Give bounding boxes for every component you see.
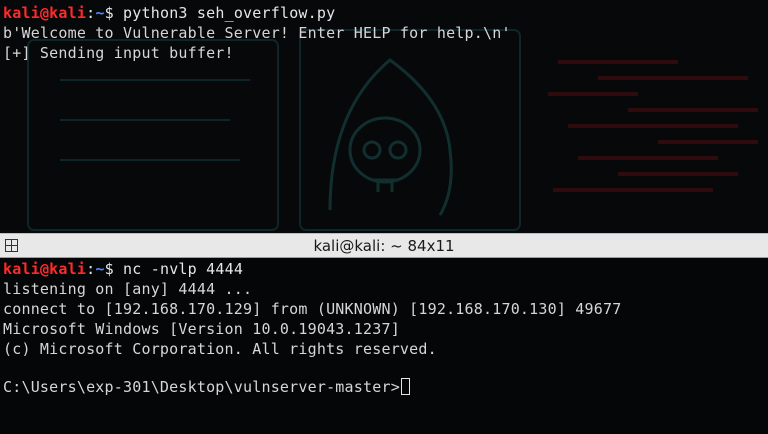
top-terminal-pane[interactable]: kali@kali:~$ python3 seh_overflow.py b'W… — [0, 0, 768, 233]
decorative-red-bars — [538, 40, 768, 230]
bottom-output-line-3: Microsoft Windows [Version 10.0.19043.12… — [3, 320, 400, 338]
prompt-host: kali — [49, 260, 87, 278]
bottom-output-line-1: listening on [any] 4444 ... — [3, 280, 253, 298]
bottom-terminal-pane[interactable]: kali@kali:~$ nc -nvlp 4444 listening on … — [0, 258, 768, 434]
top-output-line-1: b'Welcome to Vulnerable Server! Enter HE… — [3, 24, 511, 42]
prompt-at: @ — [39, 4, 50, 22]
bottom-output-line-2: connect to [192.168.170.129] from (UNKNO… — [3, 300, 622, 318]
prompt-path: ~ — [95, 4, 105, 22]
top-prompt-line: kali@kali:~$ python3 seh_overflow.py — [3, 3, 335, 23]
prompt-dollar: $ — [104, 260, 114, 278]
bottom-prompt-line: kali@kali:~$ nc -nvlp 4444 — [3, 259, 243, 279]
prompt-sep: : — [86, 260, 96, 278]
titlebar-title: kali@kali: ~ 84x11 — [313, 237, 455, 255]
top-output-line-2: [+] Sending input buffer! — [3, 44, 234, 62]
prompt-host: kali — [49, 4, 87, 22]
prompt-at: @ — [39, 260, 50, 278]
bottom-output-line-4: (c) Microsoft Corporation. All rights re… — [3, 340, 437, 358]
prompt-user: kali — [3, 4, 40, 22]
bottom-command: nc -nvlp 4444 — [123, 260, 244, 278]
prompt-path: ~ — [95, 260, 105, 278]
cmd-prompt-line[interactable]: C:\Users\exp-301\Desktop\vulnserver-mast… — [3, 377, 410, 397]
terminal-titlebar[interactable]: kali@kali: ~ 84x11 — [0, 233, 768, 258]
text-cursor — [400, 378, 410, 395]
prompt-dollar: $ — [104, 4, 114, 22]
top-command: python3 seh_overflow.py — [123, 4, 336, 22]
prompt-sep: : — [86, 4, 96, 22]
cmd-prompt-path: C:\Users\exp-301\Desktop\vulnserver-mast… — [3, 378, 400, 396]
prompt-user: kali — [3, 260, 40, 278]
